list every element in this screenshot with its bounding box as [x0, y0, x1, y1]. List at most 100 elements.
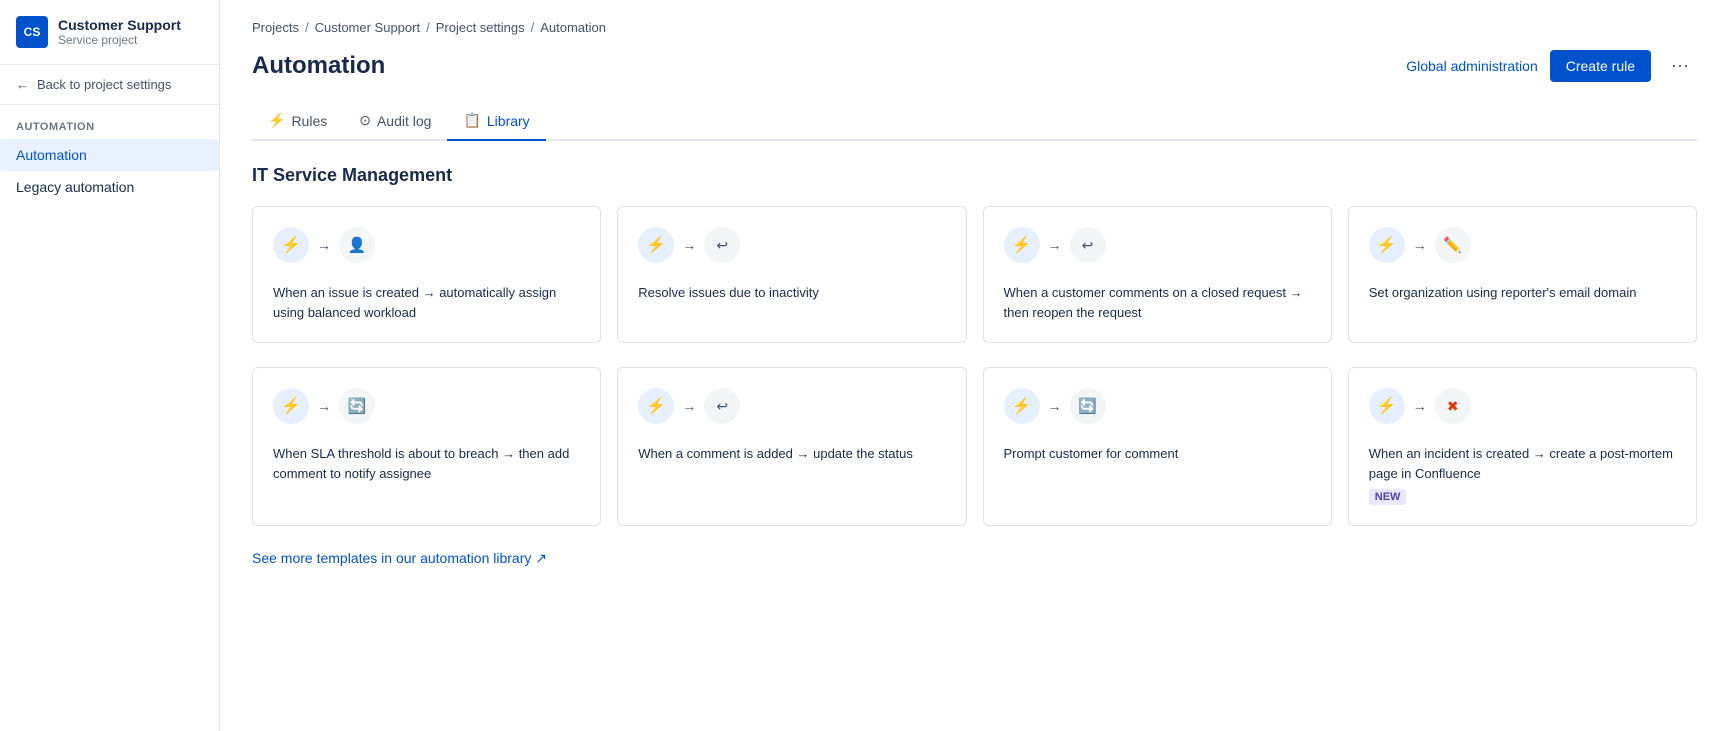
trigger-icon-circle: ⚡	[1369, 227, 1405, 263]
card-prompt-customer[interactable]: ⚡ → 🔄 Prompt customer for comment	[983, 367, 1332, 526]
trigger-icon-circle: ⚡	[638, 388, 674, 424]
avatar: CS	[16, 16, 48, 48]
arrow-icon: →	[317, 398, 331, 414]
action-icon-circle: ↩	[704, 227, 740, 263]
back-to-project-settings[interactable]: ← Back to project settings	[0, 65, 219, 105]
breadcrumb-sep-1: /	[305, 20, 309, 35]
sidebar-section-label: AUTOMATION	[0, 105, 219, 139]
breadcrumb-customer-support[interactable]: Customer Support	[315, 20, 421, 35]
tab-rules[interactable]: ⚡ Rules	[252, 102, 343, 141]
sidebar-item-automation[interactable]: Automation	[0, 139, 219, 171]
arrow-icon: →	[682, 398, 696, 414]
global-admin-link[interactable]: Global administration	[1406, 58, 1538, 74]
tabs: ⚡ Rules ⊙ Audit log 📋 Library	[252, 102, 1697, 141]
sidebar-project-type: Service project	[58, 33, 181, 47]
action-icon-circle: ↩	[1070, 227, 1106, 263]
trigger-icon-circle: ⚡	[1369, 388, 1405, 424]
edit-icon: ✏️	[1443, 236, 1462, 254]
breadcrumb-projects[interactable]: Projects	[252, 20, 299, 35]
card-comment-status[interactable]: ⚡ → ↩ When a comment is added → update t…	[617, 367, 966, 526]
comment-icon: ↩	[716, 398, 728, 415]
new-badge: NEW	[1369, 489, 1407, 505]
assign-icon: 👤	[348, 236, 367, 254]
more-options-button[interactable]: ···	[1663, 49, 1697, 82]
arrow-icon: →	[1048, 237, 1062, 253]
arrow-icon: →	[1413, 237, 1427, 253]
lightning-icon: ⚡	[1012, 396, 1032, 416]
sidebar-project-name: Customer Support	[58, 17, 181, 33]
lightning-icon: ⚡	[646, 235, 666, 255]
card-icons: ⚡ → 👤	[273, 227, 580, 263]
trigger-icon-circle: ⚡	[1004, 388, 1040, 424]
card-text: When a comment is added → update the sta…	[638, 444, 945, 464]
breadcrumb: Projects / Customer Support / Project se…	[252, 20, 1697, 35]
breadcrumb-sep-3: /	[531, 20, 535, 35]
cards-row-1: ⚡ → 👤 When an issue is created → automat…	[252, 206, 1697, 343]
card-incident-confluence[interactable]: ⚡ → ✖ When an incident is created → crea…	[1348, 367, 1697, 526]
breadcrumb-project-settings[interactable]: Project settings	[436, 20, 525, 35]
lightning-icon: ⚡	[1377, 235, 1397, 255]
sidebar: CS Customer Support Service project ← Ba…	[0, 0, 220, 731]
header-actions: Global administration Create rule ···	[1406, 49, 1697, 82]
resolve-icon: ↩	[716, 237, 728, 254]
lightning-icon: ⚡	[1012, 235, 1032, 255]
back-label: Back to project settings	[37, 77, 171, 92]
card-text: Prompt customer for comment	[1004, 444, 1311, 464]
breadcrumb-sep-2: /	[426, 20, 430, 35]
section-title: IT Service Management	[252, 165, 1697, 186]
lightning-icon: ⚡	[281, 235, 301, 255]
arrow-icon: →	[682, 237, 696, 253]
trigger-icon-circle: ⚡	[273, 227, 309, 263]
create-rule-button[interactable]: Create rule	[1550, 50, 1651, 82]
library-icon: 📋	[463, 112, 480, 129]
card-resolve-inactivity[interactable]: ⚡ → ↩ Resolve issues due to inactivity	[617, 206, 966, 343]
page-header: Automation Global administration Create …	[252, 49, 1697, 82]
lightning-icon: ⚡	[281, 396, 301, 416]
page-title: Automation	[252, 52, 385, 80]
card-text: Resolve issues due to inactivity	[638, 283, 945, 303]
tab-audit-log[interactable]: ⊙ Audit log	[343, 102, 447, 141]
reopen-icon: ↩	[1082, 237, 1094, 254]
back-icon: ←	[16, 77, 29, 92]
card-sla-threshold[interactable]: ⚡ → 🔄 When SLA threshold is about to bre…	[252, 367, 601, 526]
trigger-icon-circle: ⚡	[638, 227, 674, 263]
card-set-organization[interactable]: ⚡ → ✏️ Set organization using reporter's…	[1348, 206, 1697, 343]
audit-icon: ⊙	[359, 112, 371, 129]
action-icon-circle: 🔄	[339, 388, 375, 424]
card-text: When an incident is created → create a p…	[1369, 444, 1676, 483]
card-reopen-request[interactable]: ⚡ → ↩ When a customer comments on a clos…	[983, 206, 1332, 343]
card-text: Set organization using reporter's email …	[1369, 283, 1676, 303]
trigger-icon-circle: ⚡	[1004, 227, 1040, 263]
card-icons: ⚡ → ✏️	[1369, 227, 1676, 263]
lightning-icon: ⚡	[646, 396, 666, 416]
action-icon-circle: ✏️	[1435, 227, 1471, 263]
main-content: Projects / Customer Support / Project se…	[220, 0, 1729, 731]
close-icon: ✖	[1447, 398, 1459, 415]
trigger-icon-circle: ⚡	[273, 388, 309, 424]
card-icons: ⚡ → 🔄	[1004, 388, 1311, 424]
card-text: When SLA threshold is about to breach → …	[273, 444, 580, 483]
action-icon-circle: 🔄	[1070, 388, 1106, 424]
card-icons: ⚡ → ↩	[1004, 227, 1311, 263]
arrow-icon: →	[317, 237, 331, 253]
card-text: When a customer comments on a closed req…	[1004, 283, 1311, 322]
card-text: When an issue is created → automatically…	[273, 283, 580, 322]
action-icon-circle: ✖	[1435, 388, 1471, 424]
see-more-link[interactable]: See more templates in our automation lib…	[252, 550, 547, 566]
card-assign-workload[interactable]: ⚡ → 👤 When an issue is created → automat…	[252, 206, 601, 343]
sidebar-project-info: Customer Support Service project	[58, 17, 181, 47]
sidebar-header: CS Customer Support Service project	[0, 0, 219, 65]
lightning-icon: ⚡	[1377, 396, 1397, 416]
arrow-icon: →	[1048, 398, 1062, 414]
refresh-icon: 🔄	[348, 397, 367, 415]
card-icons: ⚡ → 🔄	[273, 388, 580, 424]
card-icons: ⚡ → ✖	[1369, 388, 1676, 424]
action-icon-circle: 👤	[339, 227, 375, 263]
action-icon-circle: ↩	[704, 388, 740, 424]
breadcrumb-automation: Automation	[540, 20, 606, 35]
rules-icon: ⚡	[268, 112, 285, 129]
tab-library[interactable]: 📋 Library	[447, 102, 545, 141]
card-icons: ⚡ → ↩	[638, 388, 945, 424]
cycle-icon: 🔄	[1078, 397, 1097, 415]
sidebar-item-legacy-automation[interactable]: Legacy automation	[0, 171, 219, 203]
